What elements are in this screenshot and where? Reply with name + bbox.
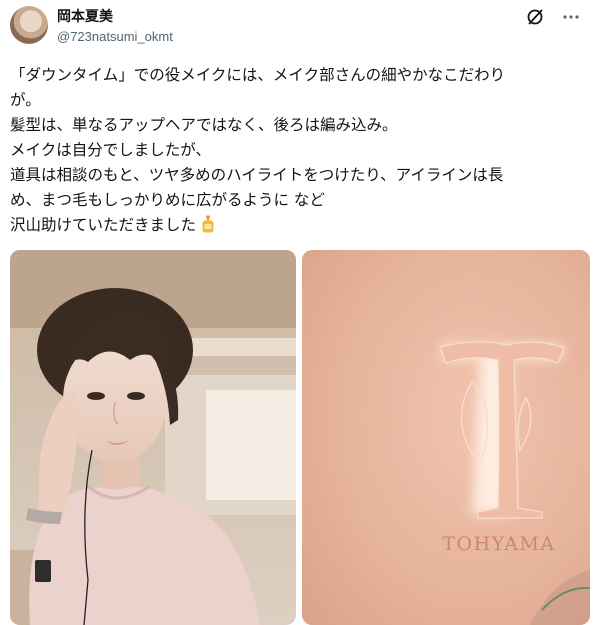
- display-name[interactable]: 岡本夏美: [57, 8, 173, 26]
- tweet-line-last: 沢山助けていただきました: [10, 213, 590, 241]
- grok-icon[interactable]: [526, 8, 544, 26]
- tweet-line: が。: [10, 91, 41, 109]
- avatar[interactable]: [10, 6, 48, 44]
- selfie-photo[interactable]: [10, 250, 296, 625]
- media-grid: TOHYAMA: [10, 250, 590, 625]
- handle[interactable]: @723natsumi_okmt: [57, 28, 173, 46]
- tweet-line: め、まつ毛もしっかりめに広がるように など: [10, 191, 325, 209]
- tweet-line: 道具は相談のもと、ツヤ多めのハイライトをつけたり、アイラインは長: [10, 166, 504, 184]
- tweet-text: 「ダウンタイム」での役メイクには、メイク部さんの細やかなこだわり が。 髪型は、…: [10, 63, 590, 241]
- author-info[interactable]: 岡本夏美 @723natsumi_okmt: [57, 8, 173, 46]
- tweet-line: メイクは自分でしましたが、: [10, 141, 211, 159]
- more-options-icon[interactable]: [562, 8, 580, 26]
- tweet-actions: [526, 8, 580, 26]
- sign-text: TOHYAMA: [442, 533, 555, 555]
- tohyama-sign-photo[interactable]: TOHYAMA: [302, 250, 590, 625]
- tweet-line-text: 沢山助けていただきました: [10, 216, 197, 234]
- lotion-bottle-icon: [201, 215, 215, 241]
- tweet-line: 髪型は、単なるアップヘアではなく、後ろは編み込み。: [10, 116, 398, 134]
- tweet-line: 「ダウンタイム」での役メイクには、メイク部さんの細やかなこだわり: [10, 66, 506, 84]
- tweet-card[interactable]: 岡本夏美 @723natsumi_okmt 「ダウンタイム」での役メイクには、メ…: [0, 0, 604, 625]
